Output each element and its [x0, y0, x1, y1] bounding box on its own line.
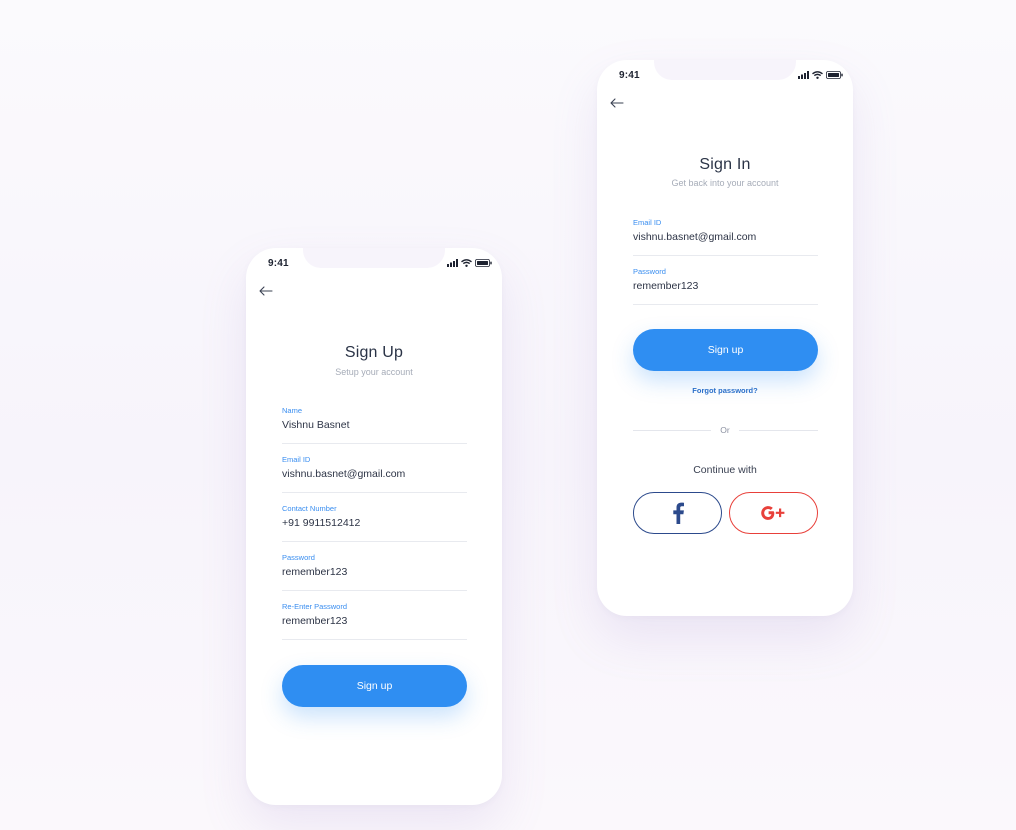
signin-button[interactable]: Sign up — [633, 329, 818, 371]
wifi-icon — [812, 71, 823, 79]
password-field[interactable]: Password remember123 — [633, 267, 818, 305]
field-value[interactable]: remember123 — [282, 615, 467, 627]
status-icons — [798, 71, 843, 79]
re-enter-password-field[interactable]: Re-Enter Password remember123 — [282, 602, 467, 640]
signup-button[interactable]: Sign up — [282, 665, 467, 707]
password-field[interactable]: Password remember123 — [282, 553, 467, 591]
facebook-button[interactable] — [633, 492, 722, 534]
field-label: Password — [633, 267, 666, 276]
back-arrow-icon[interactable] — [258, 284, 274, 298]
status-time: 9:41 — [619, 70, 640, 81]
forgot-password-link[interactable]: Forgot password? — [597, 386, 853, 395]
field-value[interactable]: vishnu.basnet@gmail.com — [633, 231, 818, 243]
field-value[interactable]: remember123 — [633, 280, 818, 292]
field-label: Password — [282, 553, 315, 562]
field-value[interactable]: vishnu.basnet@gmail.com — [282, 468, 467, 480]
battery-icon — [475, 259, 492, 267]
field-label: Email ID — [633, 218, 662, 227]
status-time: 9:41 — [268, 258, 289, 269]
name-field[interactable]: Name Vishnu Basnet — [282, 406, 467, 444]
facebook-icon — [672, 502, 684, 524]
page-title: Sign In — [699, 156, 751, 173]
contact-number-field[interactable]: Contact Number +91 9911512412 — [282, 504, 467, 542]
signup-phone: 9:41 Sign Up Setup your account Name Vis… — [246, 248, 502, 805]
battery-icon — [826, 71, 843, 79]
signal-icon — [798, 71, 809, 79]
field-label: Contact Number — [282, 504, 337, 513]
page-subtitle: Setup your account — [335, 367, 413, 377]
google-plus-icon — [760, 506, 784, 520]
email-field[interactable]: Email ID vishnu.basnet@gmail.com — [633, 218, 818, 256]
signin-phone: 9:41 Sign In Get back into your account … — [597, 60, 853, 616]
page-subtitle: Get back into your account — [671, 178, 779, 188]
field-label: Re-Enter Password — [282, 602, 348, 611]
page-title: Sign Up — [344, 344, 404, 361]
back-arrow-icon[interactable] — [609, 96, 625, 110]
notch — [303, 248, 445, 268]
status-icons — [447, 259, 492, 267]
google-plus-button[interactable] — [729, 492, 818, 534]
email-field[interactable]: Email ID vishnu.basnet@gmail.com — [282, 455, 467, 493]
field-value[interactable]: remember123 — [282, 566, 467, 578]
field-value[interactable]: Vishnu Basnet — [282, 419, 467, 431]
divider-right — [739, 430, 818, 431]
continue-with-label: Continue with — [693, 464, 757, 476]
field-label: Email ID — [282, 455, 311, 464]
field-value[interactable]: +91 9911512412 — [282, 517, 467, 529]
notch — [654, 60, 796, 80]
field-label: Name — [282, 406, 303, 415]
wifi-icon — [461, 259, 472, 267]
signal-icon — [447, 259, 458, 267]
